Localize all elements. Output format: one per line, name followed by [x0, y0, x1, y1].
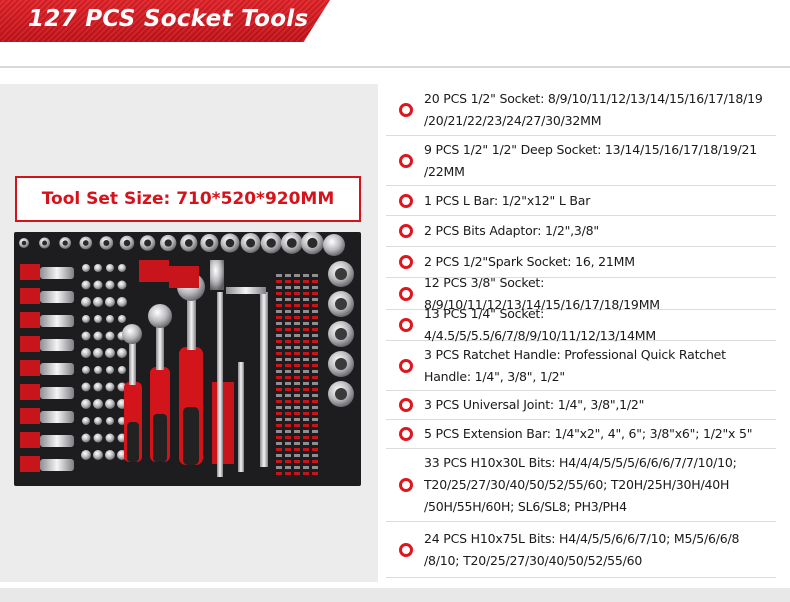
tool-set-size-box: Tool Set Size: 710*520*920MM: [15, 176, 361, 222]
tool-set-size-label: Tool Set Size: 710*520*920MM: [41, 189, 335, 209]
item-text-line: 2 PCS Bits Adaptor: 1/2",3/8": [424, 223, 599, 238]
item-text-line: 33 PCS H10x30L Bits: H4/4/4/5/5/5/6/6/6/…: [424, 455, 737, 470]
item-text-line: 3 PCS Universal Joint: 1/4", 3/8",1/2": [424, 397, 645, 412]
item-text-line: 24 PCS H10x75L Bits: H4/4/5/5/6/6/7/10; …: [424, 530, 740, 546]
item-text-line: Handle: 1/4", 3/8", 1/2": [424, 368, 565, 384]
list-item: 1 PCS L Bar: 1/2"x12" L Bar: [386, 186, 776, 216]
item-text-line: 5 PCS Extension Bar: 1/4"x2", 4", 6"; 3/…: [424, 426, 753, 441]
red-ring-bullet-icon: [399, 255, 413, 269]
list-item: 13 PCS 1/4" Socket: 4/4.5/5/5.5/6/7/8/9/…: [386, 306, 776, 343]
list-item: 2 PCS Bits Adaptor: 1/2",3/8": [386, 216, 776, 247]
list-item: 9 PCS 1/2" 1/2" Deep Socket: 13/14/15/16…: [386, 136, 776, 186]
red-ring-bullet-icon: [399, 193, 413, 208]
component-list: 20 PCS 1/2" Socket: 8/9/10/11/12/13/14/1…: [386, 84, 776, 578]
list-item: 33 PCS H10x30L Bits: H4/4/4/5/5/5/6/6/6/…: [386, 449, 776, 522]
list-item: 5 PCS Extension Bar: 1/4"x2", 4", 6"; 3/…: [386, 420, 776, 449]
list-item: 24 PCS H10x75L Bits: H4/4/5/5/6/6/7/10; …: [386, 522, 776, 578]
item-text-line: 3 PCS Ratchet Handle: Professional Quick…: [424, 346, 726, 362]
red-ring-bullet-icon: [399, 286, 413, 301]
item-text-line: 1 PCS L Bar: 1/2"x12" L Bar: [424, 192, 591, 208]
list-item: 20 PCS 1/2" Socket: 8/9/10/11/12/13/14/1…: [386, 84, 776, 136]
top-divider: [0, 66, 790, 68]
list-item: 3 PCS Universal Joint: 1/4", 3/8",1/2": [386, 391, 776, 420]
item-text-line: /22MM: [424, 163, 465, 179]
page-title: 127 PCS Socket Tools: [28, 6, 309, 32]
item-text-line: /20/21/22/23/24/27/30/32MM: [424, 112, 602, 128]
tool-tray-illustration: [19, 232, 354, 477]
red-ring-bullet-icon: [399, 427, 413, 441]
red-ring-bullet-icon: [399, 358, 413, 373]
item-text-line: 2 PCS 1/2"Spark Socket: 16, 21MM: [424, 254, 635, 269]
item-text-line: 20 PCS 1/2" Socket: 8/9/10/11/12/13/14/1…: [424, 90, 763, 106]
item-text-line: 9 PCS 1/2" 1/2" Deep Socket: 13/14/15/16…: [424, 141, 758, 157]
list-item: 3 PCS Ratchet Handle: Professional Quick…: [386, 341, 776, 391]
red-ring-bullet-icon: [399, 542, 413, 557]
tool-tray-image: [14, 232, 361, 486]
red-ring-bullet-icon: [399, 153, 413, 168]
item-text-line: /8/10; T20/25/27/30/40/50/52/55/60: [424, 552, 643, 568]
red-ring-bullet-icon: [399, 398, 413, 412]
red-ring-bullet-icon: [399, 102, 413, 117]
red-ring-bullet-icon: [399, 318, 413, 332]
red-ring-bullet-icon: [399, 478, 413, 492]
item-text-line: /50H/55H/60H; SL6/SL8; PH3/PH4: [424, 499, 627, 514]
red-ring-bullet-icon: [399, 224, 413, 238]
item-text-line: T20/25/27/30/40/50/52/55/60; T20H/25H/30…: [424, 477, 730, 492]
bottom-divider: [0, 588, 790, 602]
